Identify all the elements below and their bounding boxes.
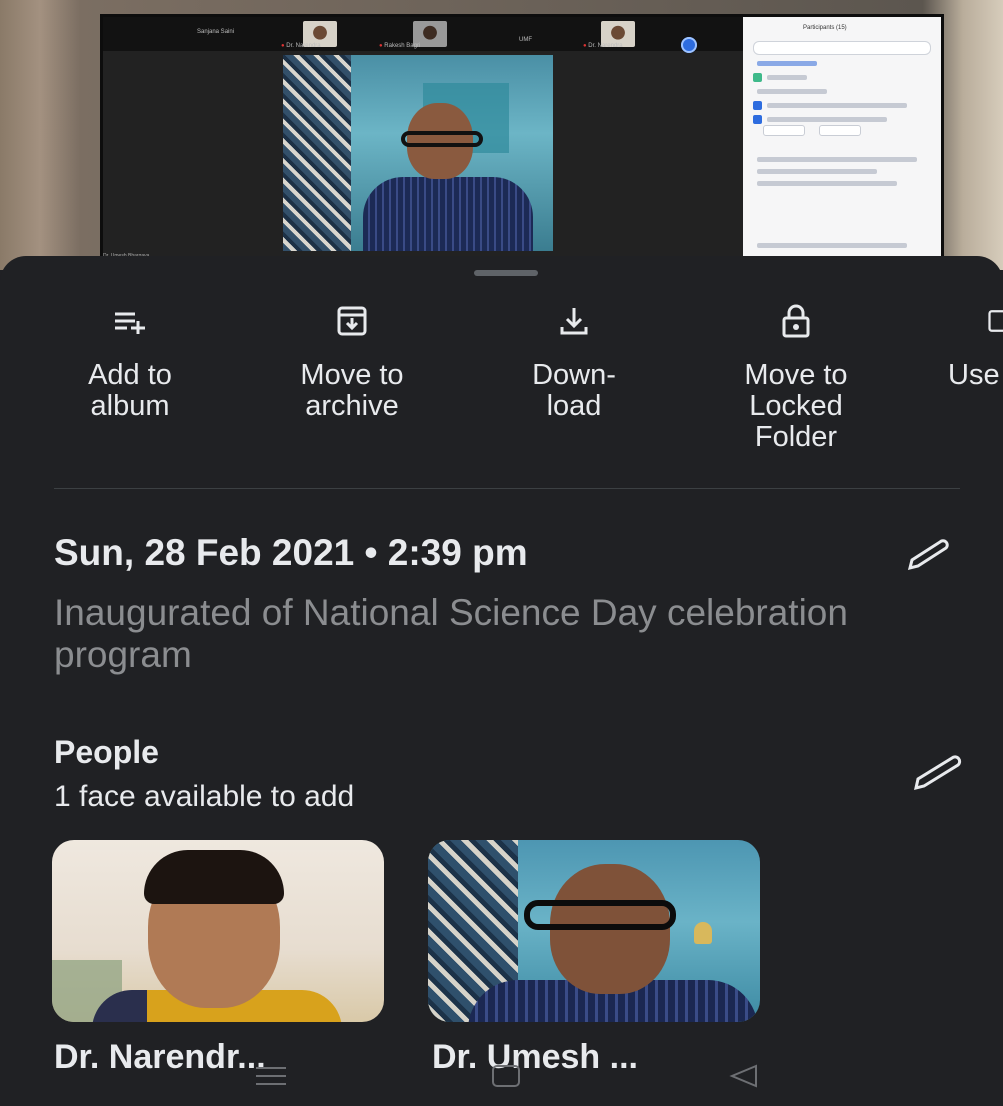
move-to-locked-folder-button[interactable]: Move to Locked Folder	[706, 304, 886, 453]
move-to-archive-button[interactable]: Move to archive	[262, 304, 442, 422]
edit-people-pencil-icon[interactable]	[910, 754, 966, 799]
people-title: People	[54, 734, 159, 770]
panel-row	[757, 181, 897, 186]
archive-icon	[262, 304, 442, 338]
participants-panel: Participants (15)	[743, 17, 941, 269]
monitor-screen: Sanjana Saini Dr. Narendra Rakesh Bagri …	[100, 14, 944, 270]
face-name[interactable]: Dr. Umesh ...	[432, 1038, 638, 1077]
speaker-video	[283, 55, 553, 251]
download-icon	[484, 304, 664, 338]
panel-row	[757, 157, 917, 162]
panel-row	[757, 89, 827, 94]
meeting-name-2: Dr. Narendra	[281, 43, 320, 49]
panel-avatar	[753, 73, 762, 82]
panel-row	[757, 169, 877, 174]
panel-title: Participants (15)	[803, 25, 847, 31]
add-to-album-button[interactable]: Add to album	[40, 304, 220, 422]
face-thumbnail-narendra[interactable]	[52, 840, 384, 1022]
speaker-body	[363, 177, 533, 251]
hair	[144, 850, 284, 904]
photo-datetime: Sun, 28 Feb 2021 • 2:39 pm	[54, 532, 528, 573]
curtain	[283, 55, 351, 251]
home-icon[interactable]	[490, 1064, 522, 1093]
panel-button	[819, 125, 861, 136]
photo-preview[interactable]: Sanjana Saini Dr. Narendra Rakesh Bagri …	[0, 0, 1003, 270]
lock-icon	[706, 304, 886, 338]
panel-row	[757, 243, 907, 248]
panel-row	[767, 75, 807, 80]
back-icon[interactable]	[728, 1064, 760, 1093]
bell	[694, 922, 712, 944]
record-icon	[681, 37, 697, 53]
edit-datetime-pencil-icon[interactable]	[904, 538, 952, 579]
panel-button	[763, 125, 805, 136]
divider	[54, 488, 960, 489]
drag-handle[interactable]	[474, 270, 538, 276]
use-as-icon	[928, 304, 1003, 338]
meeting-name-3: Rakesh Bagri	[379, 43, 420, 49]
action-label: Move to archive	[300, 359, 404, 422]
panel-row	[757, 61, 817, 66]
action-label: Down- load	[532, 359, 616, 422]
face-name[interactable]: Dr. Narendr...	[54, 1038, 266, 1077]
glasses	[524, 900, 676, 930]
faces-available-text: 1 face available to add	[54, 780, 355, 813]
face-thumbnail-umesh[interactable]	[428, 840, 760, 1022]
panel-row	[767, 117, 887, 122]
use-as-button[interactable]: Use	[928, 304, 1003, 391]
photo-description[interactable]: Inaugurated of National Science Day cele…	[54, 592, 954, 676]
meeting-name-5: Dr. Narendra	[583, 43, 622, 49]
panel-avatar	[753, 101, 762, 110]
menu-icon[interactable]	[254, 1064, 288, 1093]
meeting-stage: Sanjana Saini Dr. Narendra Rakesh Bagri …	[103, 17, 743, 269]
panel-avatar	[753, 115, 762, 124]
meeting-name-1: Sanjana Saini	[197, 29, 235, 35]
panel-row	[767, 103, 907, 108]
photo-info-sheet: Add to album Move to archive Down- load	[0, 256, 1003, 1106]
download-button[interactable]: Down- load	[484, 304, 664, 422]
action-label: Use	[948, 359, 1000, 391]
action-label: Move to Locked Folder	[744, 359, 848, 453]
panel-search-box	[753, 41, 931, 55]
meeting-name-4: UMF	[519, 37, 532, 43]
speaker-glasses	[401, 131, 483, 147]
action-label: Add to album	[88, 359, 172, 422]
meeting-topbar: Sanjana Saini Dr. Narendra Rakesh Bagri …	[103, 17, 743, 51]
add-to-playlist-icon	[40, 304, 220, 338]
